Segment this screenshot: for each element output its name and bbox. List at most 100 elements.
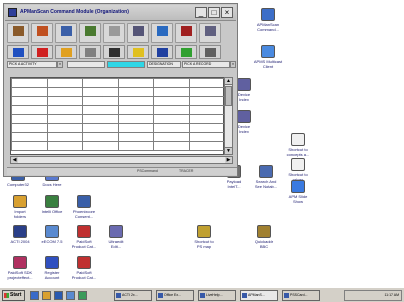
desktop-icon-acti[interactable]: ACTI 2004	[2, 225, 38, 244]
desktop-icon-paidsoft-sdk[interactable]: PaidSoft SDK projecteffect...	[2, 256, 38, 280]
scroll-down-icon[interactable]: ▼	[225, 147, 232, 154]
toolbar2-button-clip[interactable]	[79, 45, 101, 59]
desktop-icon-search-see[interactable]: Search And See Notab...	[248, 165, 284, 189]
window-titlebar[interactable]: APManScan Command Module (Organization) …	[5, 5, 236, 21]
quicklaunch-outlook-icon[interactable]	[54, 291, 63, 300]
minimize-button[interactable]: _	[195, 7, 207, 18]
chevron-down-icon[interactable]: ▾	[57, 61, 63, 68]
taskbar-button-1[interactable]: ACTI 2x...	[114, 290, 152, 301]
taskbar-button-3[interactable]: LiveHelp...	[198, 290, 236, 301]
toolbar-button-reports[interactable]	[127, 23, 149, 43]
toolbar2-button-shield[interactable]	[55, 45, 77, 59]
desktop-icon-ecom[interactable]: eECOM 7.5	[34, 225, 70, 244]
icon-label: PaidSoft Product Cat...	[71, 270, 97, 280]
shield-icon	[61, 48, 72, 57]
status-center: PSCommand	[137, 169, 158, 173]
status-bar: PSCommand TRACER	[7, 167, 237, 175]
table-row[interactable]	[11, 96, 225, 106]
desktop-icon-paidsoft-catalog-2[interactable]: PaidSoft Product Cat...	[66, 256, 102, 280]
app-icon	[13, 225, 27, 238]
icon-label: APManScan Command...	[256, 22, 280, 32]
calendar-icon	[85, 26, 96, 36]
desktop-icon-register[interactable]: Register Account	[34, 256, 70, 280]
exit-icon	[205, 26, 216, 36]
toolbar-button-notes[interactable]	[103, 23, 125, 43]
desktop-icon-quickaddr[interactable]: Quickaddr BBC	[246, 225, 282, 249]
quicklaunch-media-icon[interactable]	[78, 291, 87, 300]
table-row[interactable]	[11, 87, 225, 97]
system-tray: 11:17 AM	[344, 290, 402, 301]
app-icon	[116, 293, 121, 298]
toolbar-button-mail[interactable]	[151, 23, 173, 43]
app-icon	[77, 195, 91, 208]
icon-label: APMS Multicast Client	[253, 59, 283, 69]
status-right: TRACER	[179, 169, 194, 173]
data-grid[interactable]	[10, 77, 225, 155]
taskbar-button-4[interactable]: APManS...	[240, 290, 278, 301]
quicklaunch-folder-icon[interactable]	[42, 291, 51, 300]
help-icon	[157, 48, 168, 57]
eye-icon	[109, 48, 120, 57]
maximize-button[interactable]: □	[208, 7, 220, 18]
scroll-left-icon[interactable]: ◀	[11, 157, 18, 163]
toolbar-button-contacts[interactable]	[31, 23, 53, 43]
toolbar-button-projects[interactable]	[55, 23, 77, 43]
toolbar-button-exit[interactable]	[199, 23, 221, 43]
note-icon	[109, 26, 120, 36]
taskbar-button-2[interactable]: Office Ex...	[156, 290, 194, 301]
toolbar-button-companies[interactable]	[7, 23, 29, 43]
desktop-icon-intelli-office[interactable]: Intelli Office	[34, 195, 70, 214]
toolbar-button-tools[interactable]	[175, 23, 197, 43]
chevron-down-icon[interactable]: ▾	[230, 61, 236, 68]
horizontal-scrollbar[interactable]: ◀ ▶	[10, 156, 233, 164]
clip-icon	[85, 48, 96, 57]
desktop-icon-apms-multicast[interactable]: APMS Multicast Client	[250, 45, 286, 69]
taskbar-label: APManS...	[248, 293, 265, 297]
scroll-up-icon[interactable]: ▲	[225, 78, 232, 85]
quicklaunch-desktop-icon[interactable]	[66, 291, 75, 300]
desktop-icon-shortcut-psmap[interactable]: Shortcut to PS map	[186, 225, 222, 249]
app-icon	[109, 225, 123, 238]
toolbar2-button-refresh[interactable]	[7, 45, 29, 59]
table-row[interactable]	[11, 141, 225, 151]
toolbar2-button-chart[interactable]	[175, 45, 197, 59]
toolbar2-button-search[interactable]	[199, 45, 221, 59]
taskbar-button-5[interactable]: PSSCard...	[282, 290, 320, 301]
icon-label: Phoenixcore Consent...	[72, 209, 96, 219]
table-row[interactable]	[11, 114, 225, 124]
icon-label: Docs Here	[42, 182, 62, 187]
clock[interactable]: 11:17 AM	[384, 293, 399, 297]
desktop-icon-phoenixcore[interactable]: Phoenixcore Consent...	[66, 195, 102, 219]
desktop-icon-shortcut-concepts[interactable]: Shortcut to concepts a...	[280, 133, 316, 157]
scroll-thumb[interactable]	[225, 86, 232, 106]
desktop: APManScan Command... APMS Multicast Clie…	[0, 0, 404, 302]
activity-select[interactable]: PICK A ACTIVITY	[7, 61, 57, 68]
desktop-icon-shortcut-prices[interactable]: Shortcut to prices	[280, 158, 316, 182]
desktop-icon-paidsoft-catalog[interactable]: PaidSoft Product Cat...	[66, 225, 102, 249]
toolbar2-button-flag[interactable]	[31, 45, 53, 59]
record-select[interactable]: PICK A RECORD	[182, 61, 230, 68]
desktop-icon-apman-command[interactable]: APManScan Command...	[250, 8, 286, 32]
vertical-scrollbar[interactable]: ▲ ▼	[224, 77, 233, 155]
scroll-right-icon[interactable]: ▶	[225, 157, 232, 163]
toolbar2-button-help[interactable]	[151, 45, 173, 59]
toolbar2-button-star[interactable]	[127, 45, 149, 59]
icon-label: Quickaddr BBC	[254, 239, 274, 249]
start-button[interactable]: Start	[2, 290, 25, 301]
table-row[interactable]	[11, 78, 225, 88]
toolbar2-button-eye[interactable]	[103, 45, 125, 59]
close-button[interactable]: ×	[221, 7, 233, 18]
refresh-icon	[13, 48, 24, 57]
table-row[interactable]	[11, 132, 225, 142]
desktop-icon-apm-slide-show[interactable]: APM Slide Show	[280, 180, 316, 204]
toolbar-button-calendar[interactable]	[79, 23, 101, 43]
table-row[interactable]	[11, 123, 225, 133]
desktop-icon-ultraedit[interactable]: Ultraedit Edit...	[98, 225, 134, 249]
mid-field[interactable]	[67, 61, 105, 68]
desktop-icon-import[interactable]: Import folders	[2, 195, 38, 219]
quicklaunch-ie-icon[interactable]	[30, 291, 39, 300]
highlight-field[interactable]	[107, 61, 145, 68]
icon-label: Shortcut to PS map	[194, 239, 214, 249]
folder-icon	[61, 26, 72, 36]
table-row[interactable]	[11, 105, 225, 115]
